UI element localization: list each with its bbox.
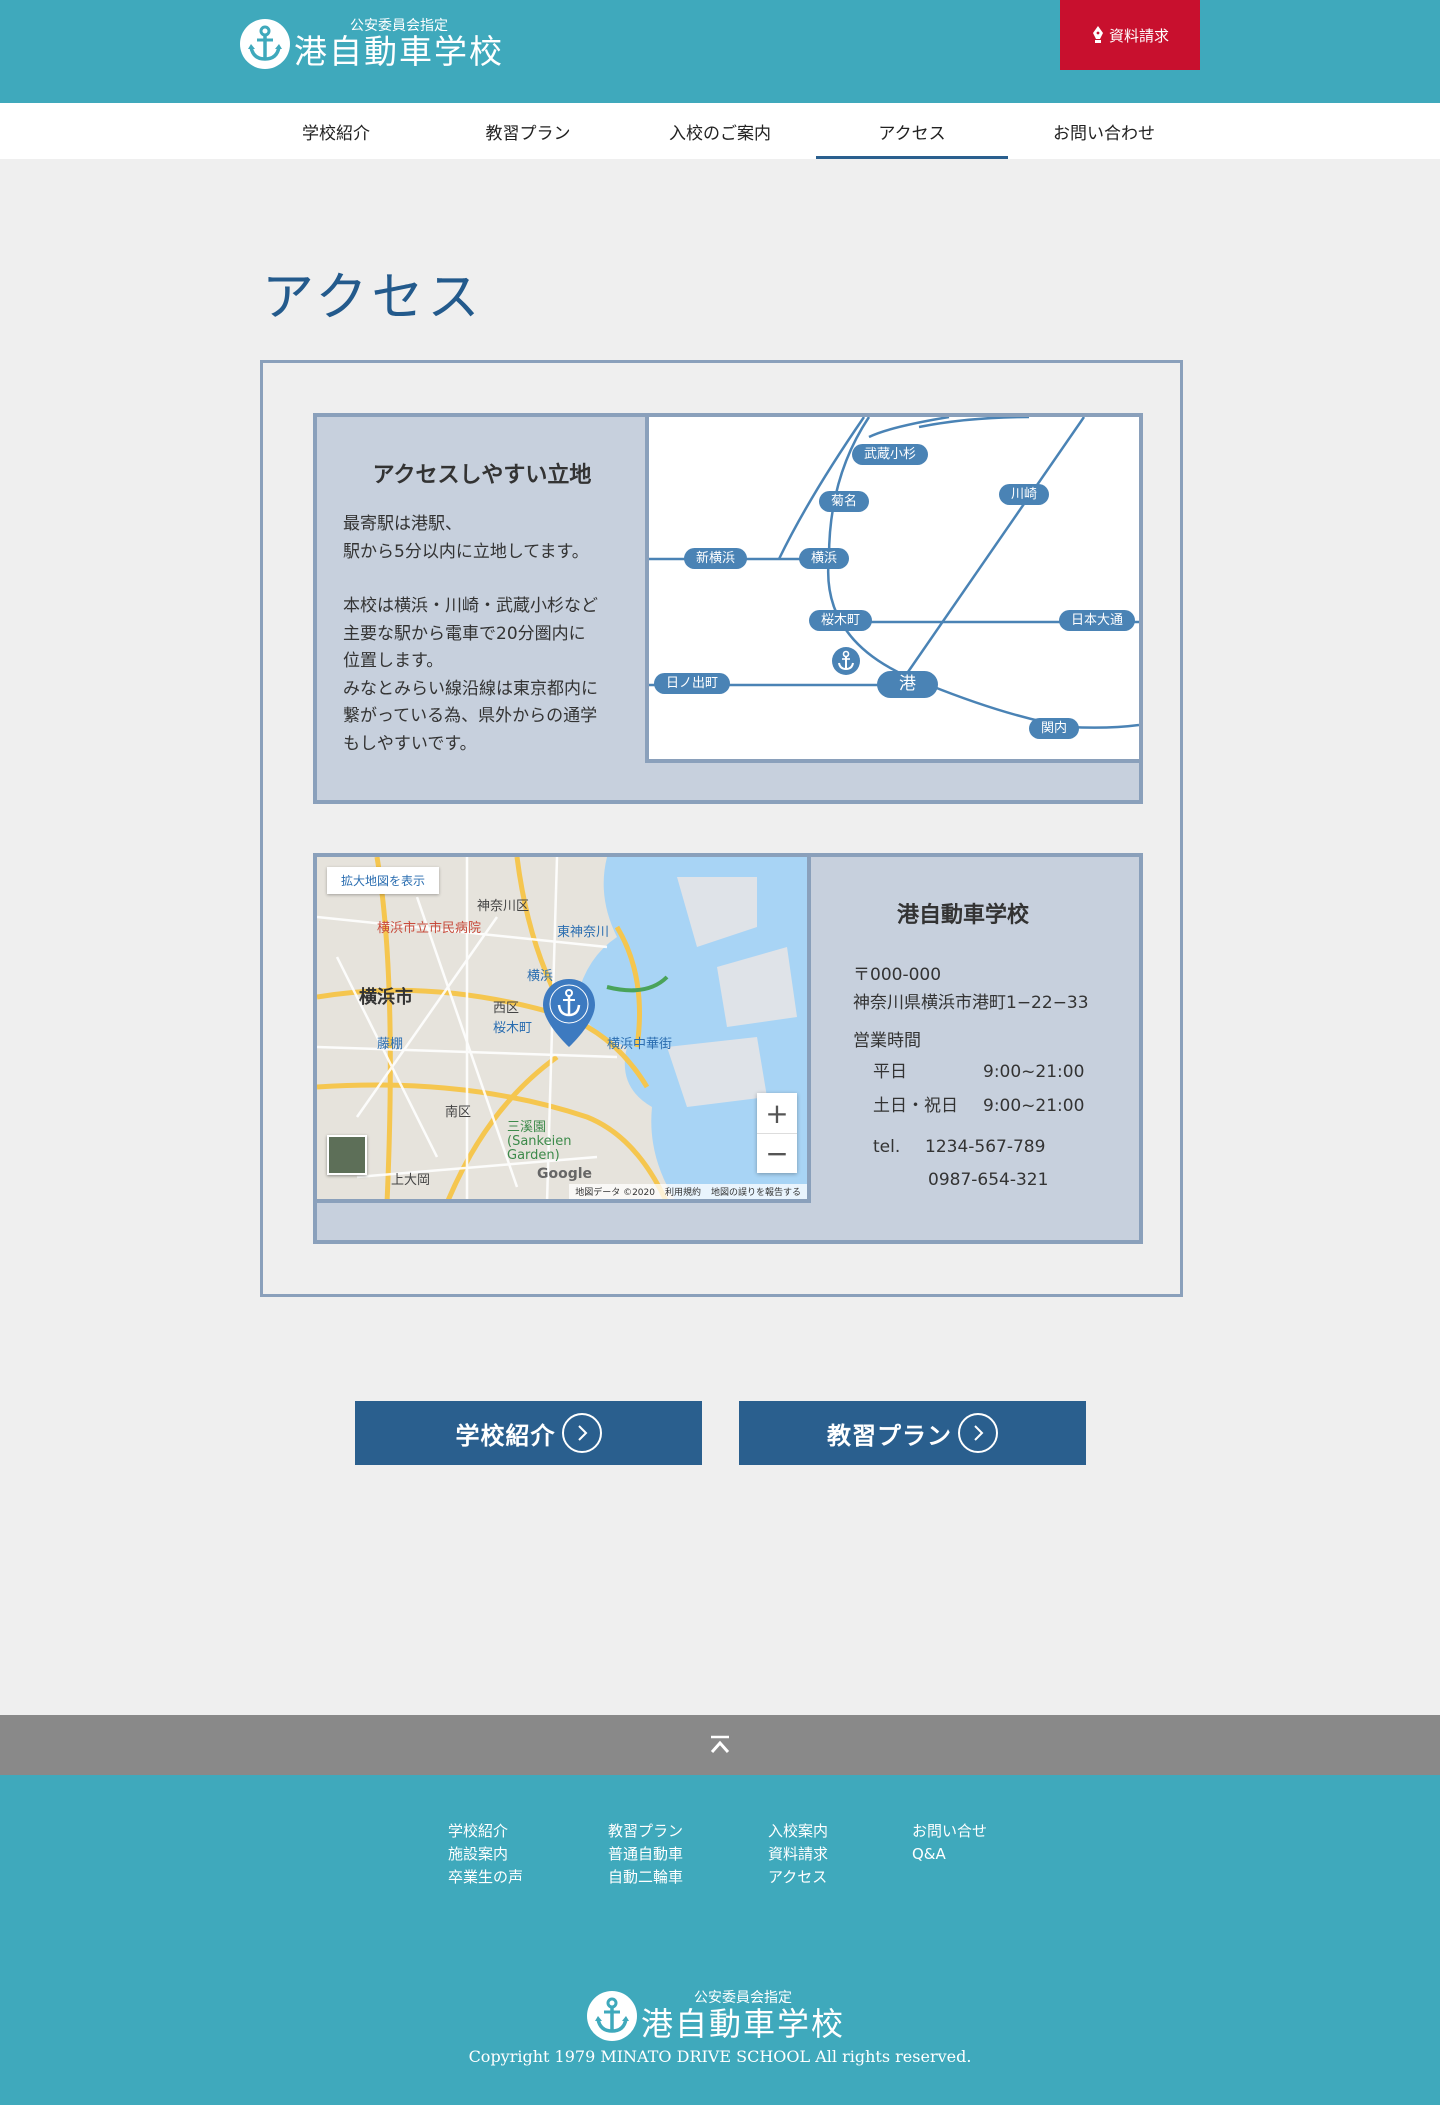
map-label: 西区 xyxy=(493,1001,520,1016)
zoom-out-button[interactable]: − xyxy=(757,1134,797,1173)
logo-title: 港自動車学校 xyxy=(641,2005,846,2043)
plan-button-label: 教習プラン xyxy=(827,1420,952,1450)
access-text-line: 駅から5分以内に立地してます。 xyxy=(343,541,589,562)
map-label: 南区 xyxy=(445,1105,472,1120)
satellite-toggle[interactable] xyxy=(327,1135,367,1175)
footer-link[interactable]: 入校案内 xyxy=(768,1820,828,1843)
nav-item-admission[interactable]: 入校のご案内 xyxy=(624,103,816,159)
chevron-right-icon xyxy=(958,1413,998,1453)
access-text-line: 主要な駅から電車で20分圏内に xyxy=(343,623,586,644)
station-kannai: 関内 xyxy=(1029,717,1080,739)
site-footer: 学校紹介 施設案内 卒業生の声 教習プラン 普通自動車 自動二輪車 入校案内 資… xyxy=(0,1775,1440,2105)
hours-label: 営業時間 xyxy=(853,1031,921,1051)
map-label: 神奈川区 xyxy=(477,899,530,914)
access-description: 最寄駅は港駅、 駅から5分以内に立地してます。 本校は横浜・川崎・武蔵小杉など … xyxy=(343,511,633,758)
access-location-card: アクセスしやすい立地 最寄駅は港駅、 駅から5分以内に立地してます。 本校は横浜… xyxy=(313,413,1143,804)
copyright: Copyright 1979 MINATO DRIVE SCHOOL All r… xyxy=(468,2047,972,2066)
station-kikuna: 菊名 xyxy=(819,490,870,512)
weekend-label: 土日・祝日 xyxy=(873,1096,958,1116)
map-data-credit: 地図データ ©2020 xyxy=(575,1188,655,1198)
map-attribution: 地図データ ©2020 利用規約 地図の誤りを報告する xyxy=(569,1184,807,1199)
access-text-line: 本校は横浜・川崎・武蔵小杉など xyxy=(343,596,598,616)
tel-number-2[interactable]: 0987-654-321 xyxy=(853,1163,1113,1197)
footer-link[interactable]: 資料請求 xyxy=(768,1843,828,1866)
access-text-line: もしやすいです。 xyxy=(343,733,477,754)
school-intro-button[interactable]: 学校紹介 xyxy=(355,1401,702,1465)
map-label: 藤棚 xyxy=(377,1037,404,1052)
tel-number-1[interactable]: 1234-567-789 xyxy=(925,1131,1045,1163)
station-musashikosugi: 武蔵小杉 xyxy=(852,443,929,465)
footer-logo[interactable]: 公安委員会指定 港自動車学校 xyxy=(587,1990,845,2042)
map-label: 横浜市立市民病院 xyxy=(377,921,482,936)
location-pin-icon[interactable] xyxy=(539,977,599,1049)
access-location-heading: アクセスしやすい立地 xyxy=(372,462,592,488)
header-logo[interactable]: 公安委員会指定 港自動車学校 xyxy=(240,18,504,70)
weekday-hours: 9:00~21:00 xyxy=(983,1062,1085,1082)
nav-item-access[interactable]: アクセス xyxy=(816,103,1008,159)
page-top-button[interactable] xyxy=(0,1715,1440,1775)
global-nav: 学校紹介 教習プラン 入校のご案内 アクセス お問い合わせ xyxy=(0,103,1440,159)
footer-link[interactable]: 自動二輪車 xyxy=(608,1866,683,1889)
station-kawasaki: 川崎 xyxy=(999,483,1050,505)
map-label: 桜木町 xyxy=(493,1021,533,1036)
footer-link[interactable]: 普通自動車 xyxy=(608,1843,683,1866)
request-materials-label: 資料請求 xyxy=(1108,26,1169,45)
map-label: 横浜中華街 xyxy=(607,1037,673,1052)
map-label: 三溪園 (Sankeien Garden) xyxy=(507,1120,572,1163)
station-yokohama: 横浜 xyxy=(799,547,850,569)
google-map[interactable]: 拡大地図を表示 神奈川区 横浜市立市民病院 東神奈川 横浜 横浜市 西区 桜木町… xyxy=(317,857,811,1203)
school-name: 港自動車学校 xyxy=(896,902,1029,928)
access-text-line: みなとみらい線沿線は東京都内に xyxy=(343,678,598,699)
map-label: 上大岡 xyxy=(391,1173,431,1188)
route-map: 武蔵小杉 菊名 新横浜 横浜 川崎 桜木町 日本大通 日ノ出町 港 関内 xyxy=(645,417,1139,763)
chevron-up-icon xyxy=(710,1735,730,1753)
access-text-line: 最寄駅は港駅、 xyxy=(343,514,462,534)
address: 神奈川県横浜市港町1−22−33 xyxy=(853,993,1089,1013)
station-hinodecho: 日ノ出町 xyxy=(654,672,731,694)
zoom-in-button[interactable]: + xyxy=(757,1093,797,1133)
footer-link[interactable]: 学校紹介 xyxy=(448,1820,523,1843)
footer-link[interactable]: 施設案内 xyxy=(448,1843,523,1866)
anchor-icon xyxy=(832,647,860,675)
request-materials-button[interactable]: 資料請求 xyxy=(1060,0,1200,70)
pen-icon xyxy=(1092,26,1103,43)
logo-title: 港自動車学校 xyxy=(294,32,504,71)
nav-item-contact[interactable]: お問い合わせ xyxy=(1008,103,1200,159)
plan-button[interactable]: 教習プラン xyxy=(739,1401,1086,1465)
footer-link[interactable]: アクセス xyxy=(768,1866,828,1889)
zoom-control: + − xyxy=(757,1093,797,1173)
station-nihonodori: 日本大通 xyxy=(1059,609,1136,631)
google-logo: Google xyxy=(537,1166,593,1182)
station-shinyokohama: 新横浜 xyxy=(684,547,748,569)
logo-subtitle: 公安委員会指定 xyxy=(694,1990,792,2006)
footer-link[interactable]: Q&A xyxy=(912,1843,987,1866)
map-label: 東神奈川 xyxy=(557,925,610,940)
weekday-label: 平日 xyxy=(873,1062,907,1082)
school-intro-button-label: 学校紹介 xyxy=(455,1420,556,1450)
access-text-line: 繋がっている為、県外からの通学 xyxy=(343,706,598,726)
postal-code: 〒000-000 xyxy=(853,965,942,985)
nav-item-plan[interactable]: 教習プラン xyxy=(432,103,624,159)
site-header: 公安委員会指定 港自動車学校 資料請求 xyxy=(0,0,1440,103)
footer-link[interactable]: お問い合せ xyxy=(912,1820,987,1843)
nav-item-school-intro[interactable]: 学校紹介 xyxy=(240,103,432,159)
access-text-line: 位置します。 xyxy=(343,651,444,671)
weekend-hours: 9:00~21:00 xyxy=(983,1096,1085,1116)
footer-link[interactable]: 卒業生の声 xyxy=(448,1866,523,1889)
school-info: 港自動車学校 〒000-000 神奈川県横浜市港町1−22−33 営業時間 平日… xyxy=(853,897,1113,1197)
map-terms-link[interactable]: 利用規約 xyxy=(665,1185,701,1198)
map-label: 横浜市 xyxy=(359,987,413,1008)
anchor-icon xyxy=(240,19,290,69)
station-minato: 港 xyxy=(877,671,938,698)
chevron-right-icon xyxy=(561,1413,602,1453)
map-expand-link[interactable]: 拡大地図を表示 xyxy=(327,867,440,894)
station-sakuragicho: 桜木町 xyxy=(809,609,873,631)
map-report-link[interactable]: 地図の誤りを報告する xyxy=(711,1185,801,1198)
page-title: アクセス xyxy=(262,268,484,328)
school-info-card: 拡大地図を表示 神奈川区 横浜市立市民病院 東神奈川 横浜 横浜市 西区 桜木町… xyxy=(313,853,1143,1244)
tel-label: tel. xyxy=(873,1137,901,1157)
anchor-icon xyxy=(587,1991,637,2041)
footer-link[interactable]: 教習プラン xyxy=(608,1820,683,1843)
